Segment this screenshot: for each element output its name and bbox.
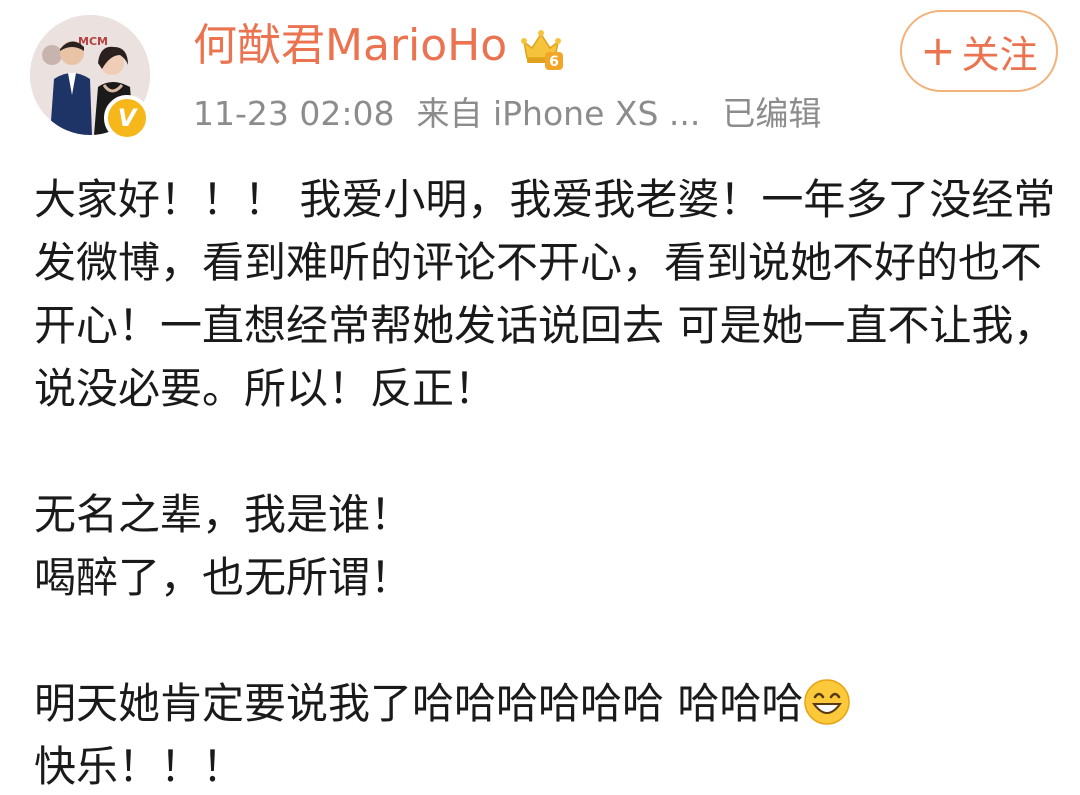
follow-label: 关注 [961, 32, 1038, 77]
plus-icon: + [920, 26, 956, 75]
post-body: 大家好！！！ 我爱小明，我爱我老婆！一年多了没经常发微博，看到难听的评论不开心，… [34, 168, 1064, 795]
timestamp: 11-23 02:08 [193, 94, 395, 133]
member-level: 6 [549, 54, 559, 70]
verified-v-icon: V [104, 95, 150, 141]
post-paragraph-1: 大家好！！！ 我爱小明，我爱我老婆！一年多了没经常发微博，看到难听的评论不开心，… [34, 175, 1056, 413]
grin-emoji-icon [804, 679, 851, 725]
follow-button[interactable]: + 关注 [900, 10, 1058, 92]
post-source[interactable]: 来自 iPhone XS ... [416, 94, 700, 133]
post-line-2: 无名之辈，我是谁！ [34, 490, 413, 539]
post-meta: 11-23 02:08 来自 iPhone XS ... 已编辑 [193, 92, 843, 136]
edited-label[interactable]: 已编辑 [722, 94, 821, 133]
post-line-4-wrap: 明天她肯定要说我了哈哈哈哈哈哈 哈哈哈 [34, 672, 1064, 735]
username[interactable]: 何猷君MarioHo [193, 18, 507, 74]
post-line-4: 明天她肯定要说我了哈哈哈哈哈哈 哈哈哈 [34, 679, 804, 728]
post-line-3: 喝醉了，也无所谓！ [34, 553, 413, 602]
post-line-5: 快乐！！！ [34, 742, 245, 791]
crown-icon[interactable]: 6 [518, 26, 564, 72]
